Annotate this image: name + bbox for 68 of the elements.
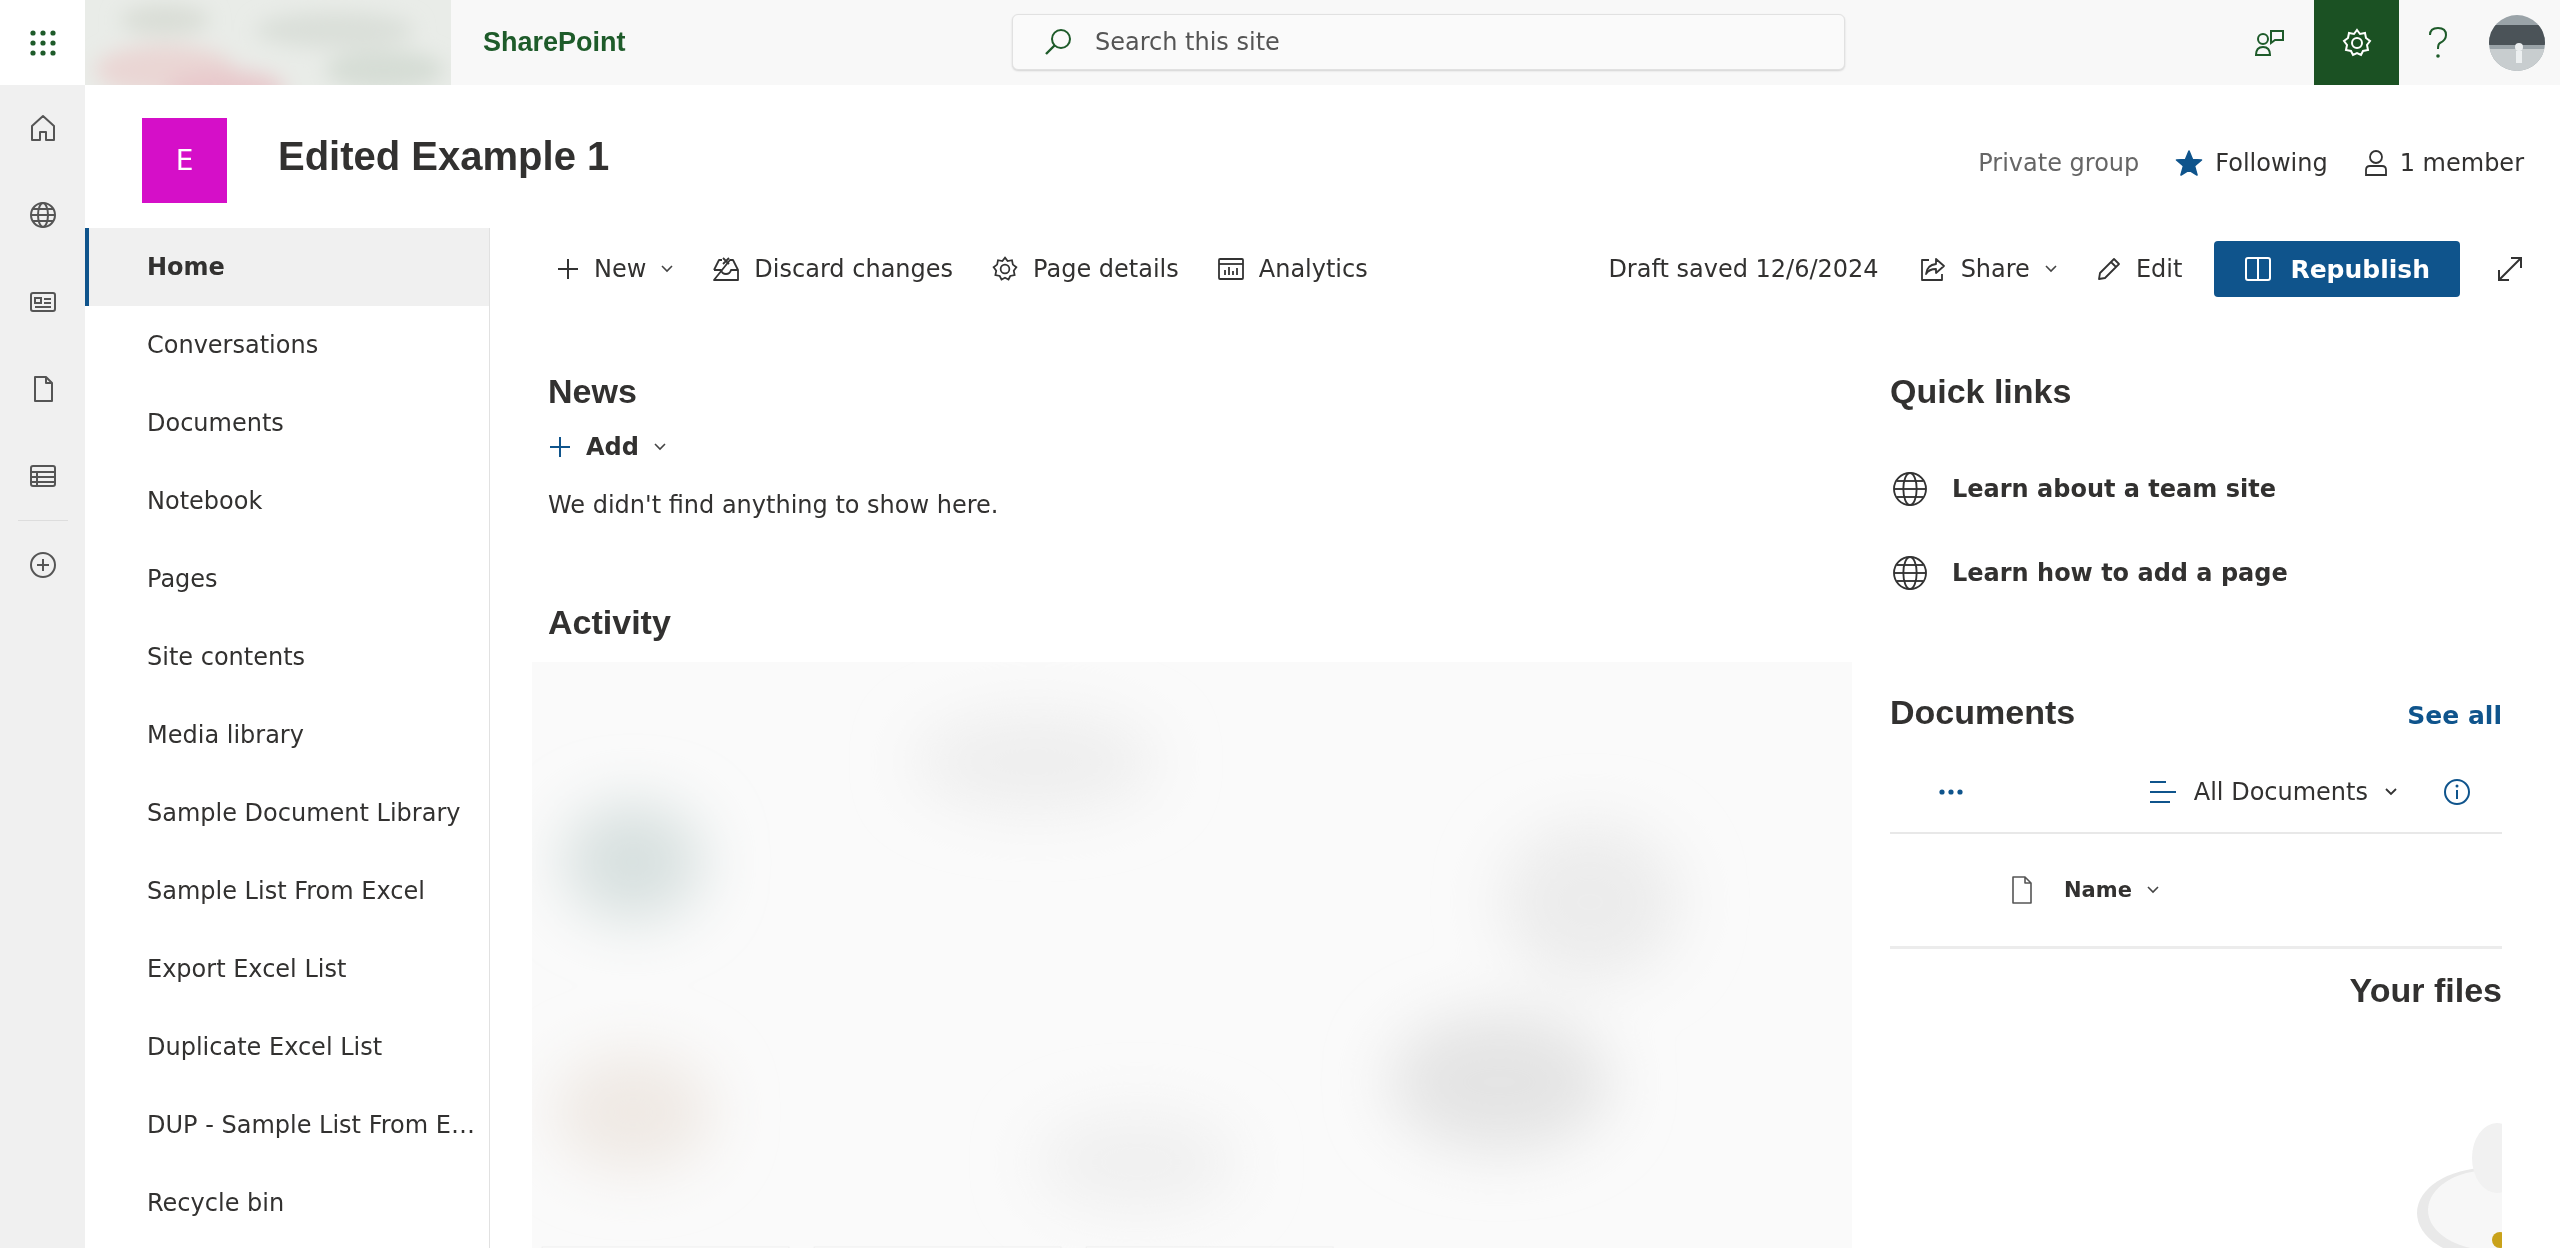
- settings-button[interactable]: [2314, 0, 2399, 85]
- chevron-down-icon: [2145, 885, 2160, 895]
- quick-link[interactable]: Learn about a team site: [1890, 469, 2276, 509]
- expand-icon[interactable]: [2496, 255, 2524, 283]
- add-icon[interactable]: [27, 550, 58, 580]
- person-icon: [2363, 148, 2388, 177]
- share-icon: [1918, 256, 1947, 282]
- privacy-label: Private group: [1978, 148, 2140, 177]
- chevron-down-icon: [2384, 787, 2398, 797]
- settings-icon: [2340, 26, 2373, 59]
- documents-heading: Documents: [1890, 693, 2076, 732]
- help-icon[interactable]: [2427, 25, 2449, 60]
- site-logo: E: [142, 118, 227, 203]
- nav-item[interactable]: Pages: [85, 540, 489, 618]
- command-button[interactable]: Page details: [975, 247, 1195, 291]
- nav-item[interactable]: Site contents: [85, 618, 489, 696]
- quick-link[interactable]: Learn how to add a page: [1890, 553, 2288, 593]
- command-button[interactable]: Analytics: [1200, 247, 1384, 291]
- add-news-button[interactable]: Add: [548, 433, 667, 461]
- file-type-icon: [2010, 875, 2034, 905]
- quick-links-heading: Quick links: [1890, 372, 2073, 411]
- chart-icon: [1216, 257, 1245, 281]
- nav-item[interactable]: Home: [85, 228, 489, 306]
- site-title: Edited Example 1: [278, 134, 610, 179]
- nav-item[interactable]: Media library: [85, 696, 489, 774]
- nav-item[interactable]: Recycle bin: [85, 1164, 489, 1242]
- empty-state-title: Your files: [2349, 971, 2502, 1010]
- view-lines-icon: [2147, 779, 2178, 805]
- plus-icon: [548, 435, 572, 459]
- plus-icon: [556, 257, 580, 281]
- globe-icon[interactable]: [27, 200, 58, 230]
- pencil-icon: [2095, 256, 2122, 282]
- globe-icon: [1890, 553, 1930, 593]
- follow-button[interactable]: Following: [2175, 148, 2328, 177]
- globe-icon: [1890, 469, 1930, 509]
- app-launcher-icon[interactable]: [0, 0, 85, 85]
- search-input[interactable]: Search this site: [1093, 27, 1844, 57]
- activity-heading: Activity: [548, 603, 672, 642]
- search-icon: [1043, 27, 1073, 57]
- command-button[interactable]: Share: [1902, 247, 2074, 291]
- nav-item[interactable]: Notebook: [85, 462, 489, 540]
- nav-item[interactable]: Duplicate Excel List: [85, 1008, 489, 1086]
- search-field[interactable]: Search this site: [1012, 14, 1845, 70]
- command-button[interactable]: New: [540, 247, 691, 291]
- info-icon[interactable]: [2442, 777, 2472, 807]
- book-icon: [2244, 256, 2273, 282]
- chevron-down-icon: [652, 442, 667, 452]
- app-name[interactable]: SharePoint: [483, 27, 626, 58]
- nav-item[interactable]: Sample Document Library: [85, 774, 489, 852]
- nav-item[interactable]: Sample List From Excel: [85, 852, 489, 930]
- name-column-header[interactable]: Name: [2064, 878, 2160, 902]
- nav-item[interactable]: Conversations: [85, 306, 489, 384]
- empty-message: We didn't find anything to show here.: [548, 491, 1000, 519]
- chat-icon[interactable]: [2254, 27, 2286, 58]
- members-button[interactable]: 1 member: [2363, 148, 2524, 177]
- draft-status: Draft saved 12/6/2024: [1608, 255, 1879, 283]
- more-icon[interactable]: [1938, 788, 1964, 796]
- command-button[interactable]: Edit: [2079, 247, 2199, 291]
- news-heading: News: [548, 372, 638, 411]
- view-selector[interactable]: All Documents: [2147, 778, 2398, 806]
- republish-button[interactable]: Republish: [2214, 241, 2460, 297]
- gear-icon: [991, 255, 1020, 283]
- nav-item[interactable]: Documents: [85, 384, 489, 462]
- see-all-link[interactable]: See all: [2407, 701, 2502, 730]
- nav-item[interactable]: DUP - Sample List From E…: [85, 1086, 489, 1164]
- nav-item[interactable]: Export Excel List: [85, 930, 489, 1008]
- command-button[interactable]: Discard changes: [696, 247, 970, 291]
- inbox-icon: [712, 256, 741, 282]
